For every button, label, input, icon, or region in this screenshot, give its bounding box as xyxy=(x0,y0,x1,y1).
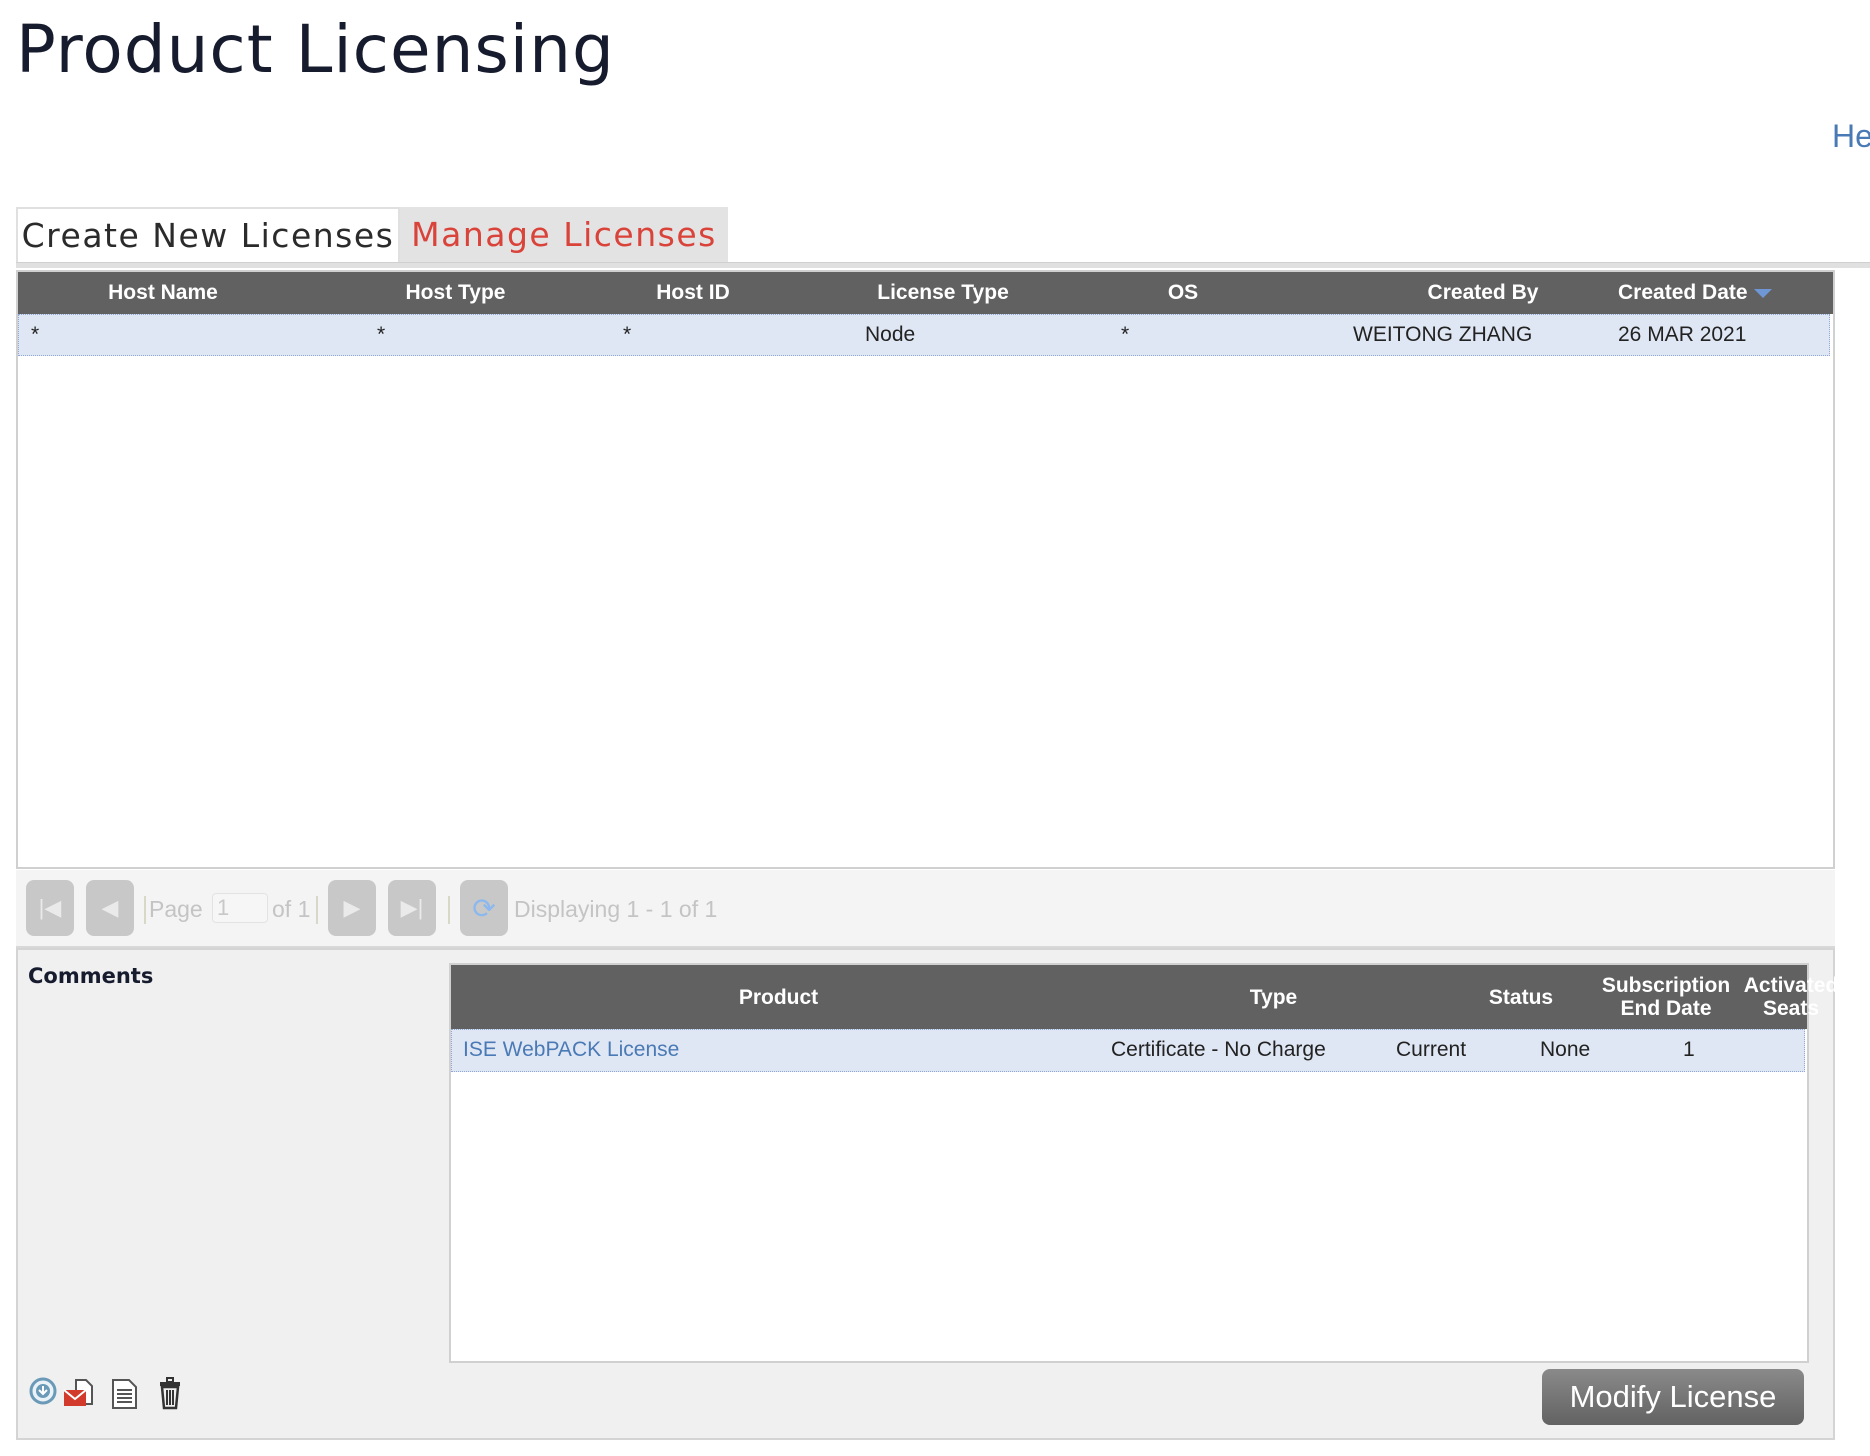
column-header-activated-seats[interactable]: Activated Seats xyxy=(1726,965,1856,1029)
toolbar-separator xyxy=(448,896,450,924)
license-details-panel: Comments Product Type Status Subscriptio… xyxy=(16,948,1838,1440)
next-page-icon: ▶ xyxy=(343,895,361,920)
page-number-input[interactable] xyxy=(212,893,268,923)
pagination-toolbar: |◀ ◀ Page of 1 ▶ ▶| ⟳ Displaying 1 - 1 o… xyxy=(16,870,1835,948)
email-icon[interactable] xyxy=(62,1376,96,1412)
column-header-subscription-end-date-label: Subscription End Date xyxy=(1602,974,1730,1020)
cell-license-type: Node xyxy=(865,323,916,346)
cell-host-id: * xyxy=(623,323,632,346)
column-header-os[interactable]: OS xyxy=(1103,272,1263,314)
hosts-grid: Host Name Host Type Host ID License Type… xyxy=(16,270,1835,869)
header-line: Subscription xyxy=(1601,974,1731,997)
help-link[interactable]: He xyxy=(1832,118,1870,155)
refresh-button[interactable]: ⟳ xyxy=(460,880,508,936)
cell-subscription-end-date: None xyxy=(1540,1038,1591,1061)
column-header-host-type[interactable]: Host Type xyxy=(308,272,603,314)
column-header-created-date[interactable]: Created Date xyxy=(1618,272,1778,314)
modify-license-button[interactable]: Modify License xyxy=(1542,1369,1804,1425)
cell-os: * xyxy=(1121,323,1130,346)
cell-type: Certificate - No Charge xyxy=(1111,1038,1326,1061)
page-title: Product Licensing xyxy=(16,11,615,88)
next-page-button[interactable]: ▶ xyxy=(328,880,376,936)
toolbar-separator xyxy=(144,896,146,924)
column-header-type[interactable]: Type xyxy=(1106,965,1441,1029)
header-line: Seats xyxy=(1762,997,1820,1020)
cell-created-date: 26 MAR 2021 xyxy=(1618,323,1747,346)
column-header-product[interactable]: Product xyxy=(451,965,1106,1029)
header-line: Activated xyxy=(1743,974,1839,997)
column-header-activated-seats-label: Activated Seats xyxy=(1744,974,1839,1020)
first-page-button[interactable]: |◀ xyxy=(26,880,74,936)
cell-host-name: * xyxy=(31,323,40,346)
last-page-button[interactable]: ▶| xyxy=(388,880,436,936)
toolbar-separator xyxy=(316,896,318,924)
refresh-icon: ⟳ xyxy=(472,892,496,924)
cell-host-type: * xyxy=(377,323,386,346)
display-summary: Displaying 1 - 1 of 1 xyxy=(514,896,718,922)
column-header-status[interactable]: Status xyxy=(1441,965,1601,1029)
first-page-icon: |◀ xyxy=(38,895,62,920)
cell-created-by: WEITONG ZHANG xyxy=(1353,323,1533,346)
product-row[interactable]: ISE WebPACK License Certificate - No Cha… xyxy=(451,1029,1805,1072)
host-row[interactable]: * * * Node * WEITONG ZHANG 26 MAR 2021 xyxy=(18,314,1830,356)
trash-icon[interactable] xyxy=(154,1376,188,1412)
hosts-grid-header: Host Name Host Type Host ID License Type… xyxy=(18,272,1833,314)
column-header-created-date-label: Created Date xyxy=(1618,281,1748,304)
page-count-label: of 1 xyxy=(272,896,311,922)
page-label: Page xyxy=(149,896,203,922)
tab-manage-licenses[interactable]: Manage Licenses xyxy=(400,207,728,262)
tab-strip-divider xyxy=(16,262,1870,268)
sort-descending-icon xyxy=(1753,288,1772,298)
header-line: End Date xyxy=(1620,997,1712,1020)
column-header-created-by[interactable]: Created By xyxy=(1263,272,1663,314)
column-header-subscription-end-date[interactable]: Subscription End Date xyxy=(1591,965,1741,1029)
product-grid-header: Product Type Status Subscription End Date… xyxy=(451,965,1838,1029)
cell-activated-seats: 1 xyxy=(1683,1038,1695,1061)
document-icon[interactable] xyxy=(108,1376,142,1412)
tab-create-new-licenses[interactable]: Create New Licenses xyxy=(16,207,400,262)
product-link[interactable]: ISE WebPACK License xyxy=(463,1030,679,1070)
column-header-host-name[interactable]: Host Name xyxy=(18,272,308,314)
cell-status: Current xyxy=(1396,1038,1467,1061)
last-page-icon: ▶| xyxy=(400,895,424,920)
product-grid: Product Type Status Subscription End Date… xyxy=(449,963,1838,1363)
download-icon[interactable] xyxy=(28,1376,62,1412)
column-header-host-id[interactable]: Host ID xyxy=(603,272,783,314)
previous-page-button[interactable]: ◀ xyxy=(86,880,134,936)
column-header-license-type[interactable]: License Type xyxy=(783,272,1103,314)
comments-label: Comments xyxy=(28,964,154,988)
previous-page-icon: ◀ xyxy=(101,895,119,920)
